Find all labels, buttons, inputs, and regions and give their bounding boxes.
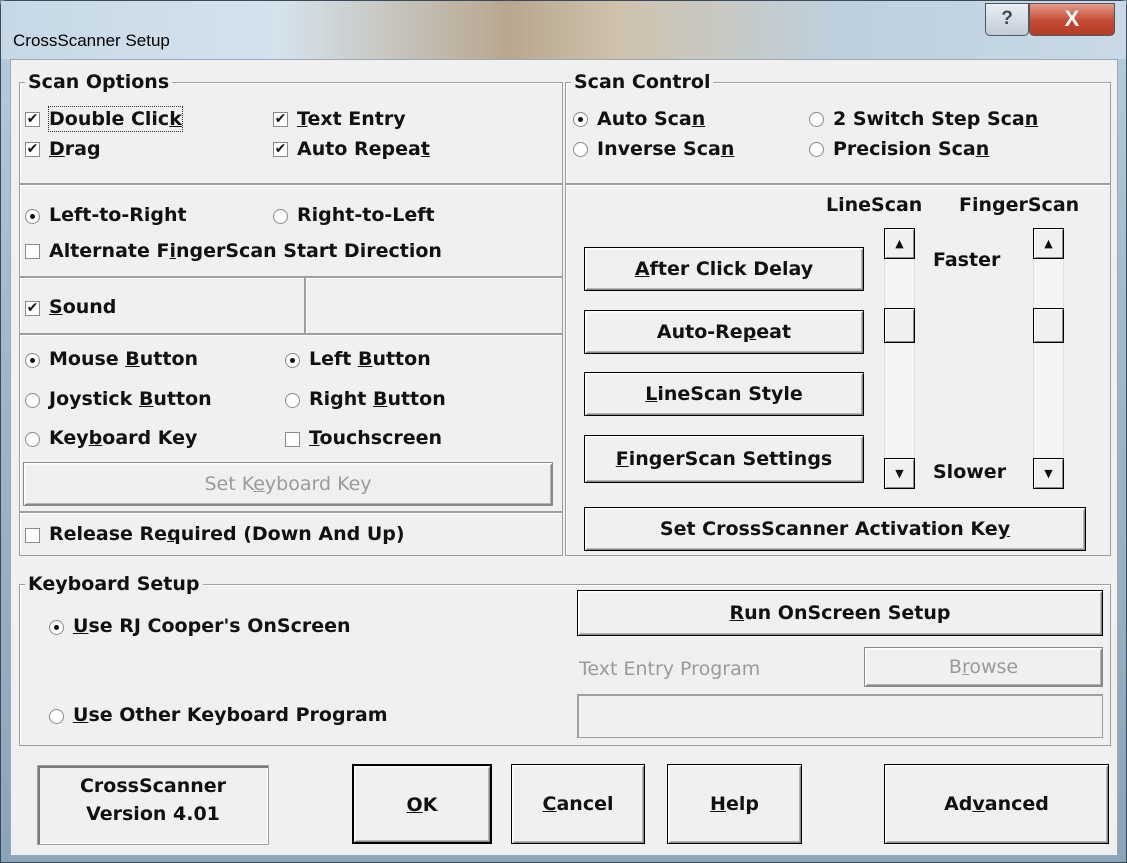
touchscreen-label[interactable]: Touchscreen [309, 426, 442, 450]
cancel-button[interactable]: Cancel [511, 764, 645, 844]
fingerscan-slider-thumb[interactable] [1033, 308, 1064, 344]
dialog-window: CrossScanner Setup ? X Scan Options ✔ Do… [0, 0, 1127, 863]
scan-control-group [565, 82, 1111, 184]
drag-label[interactable]: Drag [49, 137, 101, 161]
run-onscreen-setup-button[interactable]: Run OnScreen Setup [577, 590, 1103, 636]
use-rj-cooper-label[interactable]: Use RJ Cooper's OnScreen [73, 614, 351, 638]
double-click-text: Double Click [49, 108, 182, 130]
radio-dot [54, 625, 59, 630]
inverse-scan-label[interactable]: Inverse Scan [597, 137, 734, 161]
two-switch-step-scan-radio[interactable] [809, 112, 824, 127]
faster-label: Faster [933, 249, 1001, 271]
fingerscan-speed-slider[interactable] [1033, 228, 1064, 488]
inverse-scan-radio[interactable] [573, 142, 588, 157]
left-button-label[interactable]: Left Button [309, 347, 431, 371]
alternate-direction-label[interactable]: Alternate FingerScan Start Direction [49, 239, 442, 263]
linescan-style-button[interactable]: LineScan Style [584, 372, 864, 416]
right-button-label[interactable]: Right Button [309, 387, 446, 411]
two-switch-step-scan-label[interactable]: 2 Switch Step Scan [833, 107, 1038, 131]
title-bar[interactable]: CrossScanner Setup ? X [1, 1, 1126, 59]
text-entry-checkbox[interactable]: ✔ [273, 112, 288, 127]
scan-options-title: Scan Options [25, 72, 173, 92]
left-button-radio[interactable] [285, 353, 300, 368]
sound-checkbox[interactable]: ✔ [25, 301, 40, 316]
fingerscan-header: FingerScan [959, 194, 1080, 216]
joystick-button-radio[interactable] [25, 393, 40, 408]
advanced-button[interactable]: Advanced [884, 764, 1109, 844]
keyboard-key-label[interactable]: Keyboard Key [49, 426, 197, 450]
version-number: Version 4.01 [86, 803, 220, 825]
scan-control-title: Scan Control [571, 72, 714, 92]
auto-repeat-checkbox[interactable]: ✔ [273, 142, 288, 157]
use-rj-cooper-radio[interactable] [49, 620, 64, 635]
radio-dot [578, 117, 583, 122]
radio-dot [30, 214, 35, 219]
text-entry-label[interactable]: Text Entry [297, 107, 406, 131]
right-to-left-radio[interactable] [273, 209, 288, 224]
keyboard-setup-title: Keyboard Setup [25, 574, 203, 594]
use-other-keyboard-label[interactable]: Use Other Keyboard Program [73, 703, 388, 727]
touchscreen-checkbox[interactable] [285, 432, 300, 447]
linescan-down-arrow-icon[interactable]: ▼ [884, 458, 915, 489]
left-to-right-radio[interactable] [25, 209, 40, 224]
fingerscan-up-arrow-icon[interactable]: ▲ [1033, 228, 1064, 259]
precision-scan-label[interactable]: Precision Scan [833, 137, 989, 161]
version-name: CrossScanner [79, 775, 227, 797]
help-button[interactable]: Help [667, 764, 802, 844]
linescan-up-arrow-icon[interactable]: ▲ [884, 228, 915, 259]
ok-button[interactable]: OK [352, 764, 492, 844]
after-click-delay-button[interactable]: After Click Delay [584, 247, 864, 291]
window-title: CrossScanner Setup [13, 31, 170, 50]
mouse-button-radio[interactable] [25, 353, 40, 368]
text-entry-program-label: Text Entry Program [579, 658, 761, 680]
linescan-speed-slider[interactable] [884, 228, 915, 488]
precision-scan-radio[interactable] [809, 142, 824, 157]
scan-options-group [19, 82, 563, 184]
set-keyboard-key-button[interactable]: Set Keyboard Key [23, 462, 553, 506]
dialog-client-area: Scan Options ✔ Double Click ✔ Text Entry… [10, 59, 1118, 856]
close-icon[interactable]: X [1029, 3, 1115, 36]
direction-group [19, 184, 563, 277]
slower-label: Slower [933, 461, 1007, 483]
auto-repeat-button[interactable]: Auto-Repeat [584, 310, 864, 354]
double-click-label[interactable]: Double Click [48, 106, 183, 132]
auto-scan-label[interactable]: Auto Scan [597, 107, 705, 131]
right-to-left-label[interactable]: Right-to-Left [297, 203, 435, 227]
fingerscan-settings-button[interactable]: FingerScan Settings [584, 435, 864, 483]
version-panel: CrossScanner Version 4.01 [37, 765, 269, 845]
right-button-radio[interactable] [285, 393, 300, 408]
program-path-field[interactable] [577, 694, 1103, 738]
use-other-keyboard-radio[interactable] [49, 709, 64, 724]
keyboard-key-radio[interactable] [25, 432, 40, 447]
sound-empty-pane [305, 277, 563, 334]
set-activation-key-button[interactable]: Set CrossScanner Activation Key [584, 507, 1086, 551]
sound-label[interactable]: Sound [49, 295, 116, 319]
radio-dot [30, 358, 35, 363]
help-icon[interactable]: ? [985, 3, 1029, 36]
release-required-label[interactable]: Release Required (Down And Up) [49, 522, 405, 546]
left-to-right-label[interactable]: Left-to-Right [49, 203, 187, 227]
joystick-button-label[interactable]: Joystick Button [49, 387, 212, 411]
linescan-header: LineScan [826, 194, 923, 216]
auto-scan-radio[interactable] [573, 112, 588, 127]
double-click-checkbox[interactable]: ✔ [25, 112, 40, 127]
scan-speed-group [565, 184, 1111, 556]
mouse-button-label[interactable]: Mouse Button [49, 347, 198, 371]
auto-repeat-label[interactable]: Auto Repeat [297, 137, 430, 161]
release-required-checkbox[interactable] [25, 528, 40, 543]
linescan-slider-thumb[interactable] [884, 308, 915, 344]
alternate-direction-checkbox[interactable] [25, 244, 40, 259]
fingerscan-down-arrow-icon[interactable]: ▼ [1033, 458, 1064, 489]
drag-checkbox[interactable]: ✔ [25, 142, 40, 157]
browse-button[interactable]: Browse [864, 647, 1103, 687]
radio-dot [290, 358, 295, 363]
